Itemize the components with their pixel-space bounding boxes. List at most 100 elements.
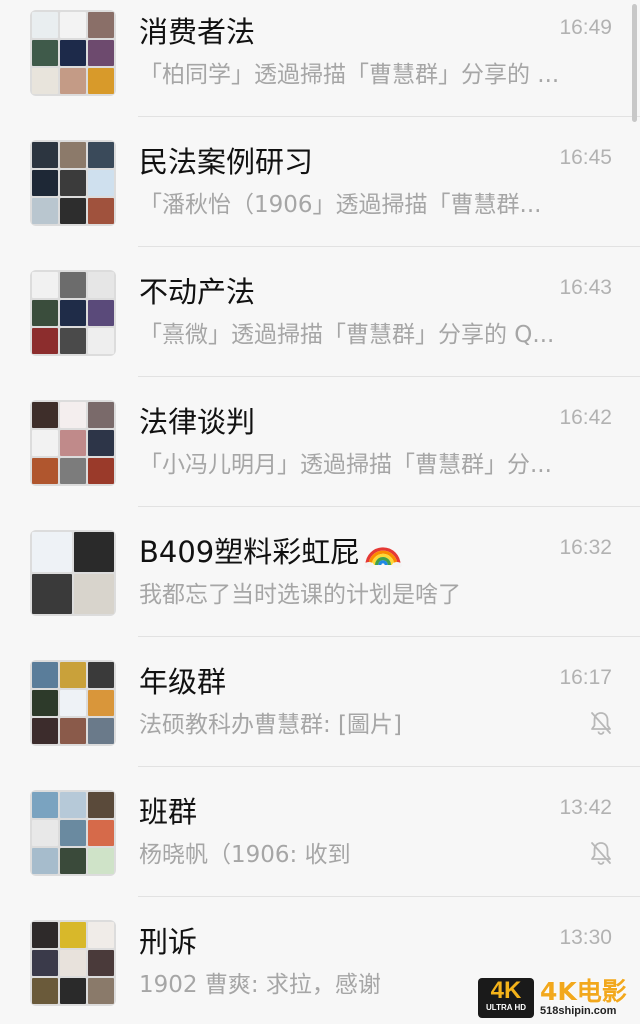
chat-row[interactable]: 消费者法 16:49 「柏同学」透過掃描「曹慧群」分享的 ...: [0, 0, 640, 117]
member-avatar: [88, 402, 114, 428]
group-avatar[interactable]: [30, 400, 116, 486]
group-avatar[interactable]: [30, 10, 116, 96]
group-avatar[interactable]: [30, 530, 116, 616]
member-avatar: [32, 574, 72, 614]
chat-name: B409塑料彩虹屁: [139, 534, 403, 570]
member-avatar: [32, 950, 58, 976]
member-avatar: [88, 328, 114, 354]
member-avatar: [88, 68, 114, 94]
chat-time: 13:42: [559, 796, 612, 819]
mute-bell-icon: [588, 710, 614, 736]
member-avatar: [32, 430, 58, 456]
chat-name: 不动产法: [139, 274, 255, 310]
member-avatar: [88, 978, 114, 1004]
chat-row[interactable]: 法律谈判 16:42 「小冯儿明月」透過掃描「曹慧群」分...: [0, 377, 640, 507]
member-avatar: [60, 170, 86, 196]
chat-preview: 「小冯儿明月」透過掃描「曹慧群」分...: [139, 452, 552, 478]
member-avatar: [88, 690, 114, 716]
member-avatar: [60, 300, 86, 326]
member-avatar: [32, 12, 58, 38]
chat-time: 16:43: [559, 276, 612, 299]
member-avatar: [60, 792, 86, 818]
member-avatar: [32, 532, 72, 572]
chat-name-text: 不动产法: [139, 275, 256, 309]
chat-name-text: 刑诉: [139, 925, 198, 959]
chat-time: 16:32: [559, 536, 612, 559]
chat-preview: 「潘秋怡（1906」透過掃描「曹慧群...: [139, 192, 542, 218]
chat-name-text: 班群: [139, 795, 198, 829]
watermark-badge-small: ULTRA HD: [486, 1003, 526, 1012]
chat-time: 16:42: [559, 406, 612, 429]
member-avatar: [60, 458, 86, 484]
group-avatar[interactable]: [30, 140, 116, 226]
chat-row[interactable]: 民法案例研习 16:45 「潘秋怡（1906」透過掃描「曹慧群...: [0, 117, 640, 247]
watermark-url: 518shipin.com: [540, 1004, 617, 1017]
group-avatar[interactable]: [30, 920, 116, 1006]
member-avatar: [32, 458, 58, 484]
member-avatar: [88, 12, 114, 38]
member-avatar: [88, 40, 114, 66]
chat-time: 16:45: [559, 146, 612, 169]
chat-list: 消费者法 16:49 「柏同学」透過掃描「曹慧群」分享的 ... 民法案例研习 16:4…: [0, 0, 640, 1024]
member-avatar: [32, 402, 58, 428]
watermark-badge-big: 4K: [490, 977, 522, 1004]
group-avatar[interactable]: [30, 660, 116, 746]
member-avatar: [32, 848, 58, 874]
group-avatar[interactable]: [30, 790, 116, 876]
member-avatar: [88, 848, 114, 874]
member-avatar: [88, 820, 114, 846]
member-avatar: [88, 922, 114, 948]
member-avatar: [60, 950, 86, 976]
chat-name-text: B409塑料彩虹屁: [139, 535, 360, 569]
chat-name: 消费者法: [139, 14, 255, 50]
member-avatar: [88, 142, 114, 168]
member-avatar: [88, 430, 114, 456]
member-avatar: [60, 198, 86, 224]
member-avatar: [60, 718, 86, 744]
scroll-indicator[interactable]: [632, 4, 637, 122]
chat-preview: 杨晓帆（1906: 收到: [139, 842, 351, 868]
member-avatar: [60, 848, 86, 874]
member-avatar: [60, 690, 86, 716]
member-avatar: [88, 458, 114, 484]
member-avatar: [32, 718, 58, 744]
member-avatar: [60, 402, 86, 428]
chat-time: 16:49: [559, 16, 612, 39]
member-avatar: [88, 718, 114, 744]
member-avatar: [32, 68, 58, 94]
chat-row[interactable]: 不动产法 16:43 「熹微」透過掃描「曹慧群」分享的 Q...: [0, 247, 640, 377]
member-avatar: [88, 272, 114, 298]
member-avatar: [32, 300, 58, 326]
chat-preview: 法硕教科办曹慧群: [圖片]: [139, 712, 403, 738]
member-avatar: [88, 792, 114, 818]
chat-time: 13:30: [559, 926, 612, 949]
member-avatar: [60, 662, 86, 688]
member-avatar: [32, 40, 58, 66]
chat-name: 法律谈判: [139, 404, 255, 440]
rainbow-icon: [363, 535, 403, 569]
member-avatar: [32, 792, 58, 818]
chat-name-text: 法律谈判: [139, 405, 256, 439]
chat-name-text: 民法案例研习: [139, 145, 314, 179]
member-avatar: [32, 662, 58, 688]
member-avatar: [74, 574, 114, 614]
member-avatar: [88, 170, 114, 196]
chat-row[interactable]: 班群 13:42 杨晓帆（1906: 收到: [0, 767, 640, 897]
member-avatar: [32, 690, 58, 716]
chat-preview: 「柏同学」透過掃描「曹慧群」分享的 ...: [139, 62, 560, 88]
chat-name-text: 消费者法: [139, 15, 256, 49]
member-avatar: [60, 922, 86, 948]
member-avatar: [88, 300, 114, 326]
member-avatar: [32, 272, 58, 298]
member-avatar: [32, 198, 58, 224]
chat-row[interactable]: 年级群 16:17 法硕教科办曹慧群: [圖片]: [0, 637, 640, 767]
mute-bell-icon: [588, 840, 614, 866]
chat-row[interactable]: B409塑料彩虹屁 16:32 我都忘了当时选课的计划是啥了: [0, 507, 640, 637]
group-avatar[interactable]: [30, 270, 116, 356]
member-avatar: [32, 978, 58, 1004]
chat-time: 16:17: [559, 666, 612, 689]
member-avatar: [60, 328, 86, 354]
watermark-badge: 4K ULTRA HD: [478, 978, 534, 1018]
member-avatar: [32, 328, 58, 354]
member-avatar: [60, 430, 86, 456]
